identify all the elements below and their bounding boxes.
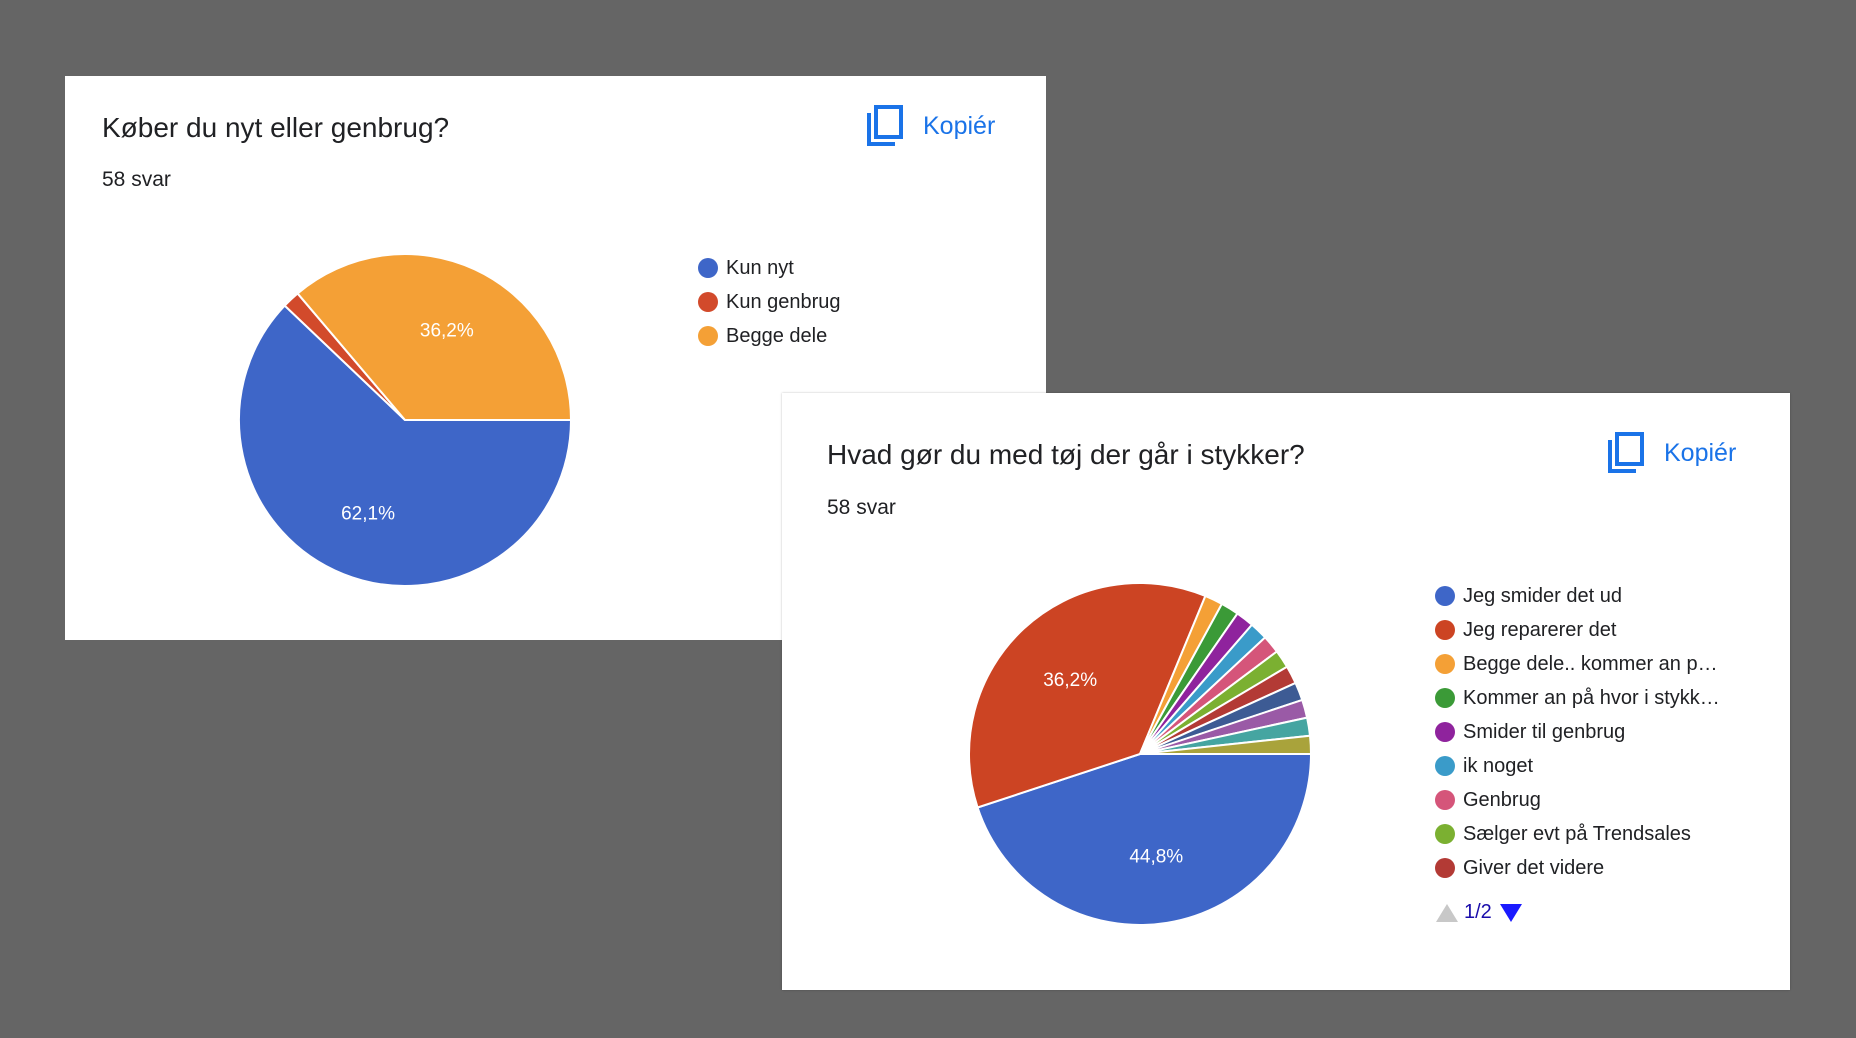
- legend-swatch: [1435, 824, 1455, 844]
- slice-label: 36,2%: [1043, 670, 1097, 691]
- slice-label: 62,1%: [341, 503, 395, 524]
- slice-label: 36,2%: [420, 321, 474, 342]
- legend-swatch: [1435, 654, 1455, 674]
- legend-item[interactable]: Kommer an på hvor i stykk…: [1435, 681, 1720, 715]
- legend-swatch: [1435, 790, 1455, 810]
- chart-legend: Jeg smider det ud Jeg reparerer det Begge …: [1435, 579, 1720, 885]
- legend-label: Kommer an på hvor i stykk…: [1463, 686, 1720, 709]
- chart-legend: Kun nyt Kun genbrug Begge dele: [698, 251, 841, 353]
- legend-item[interactable]: Begge dele.. kommer an p…: [1435, 647, 1720, 681]
- copy-icon: [1608, 432, 1644, 473]
- triangle-down-icon[interactable]: [1499, 903, 1522, 922]
- legend-swatch: [698, 258, 718, 278]
- legend-swatch: [1435, 688, 1455, 708]
- legend-label: Begge dele: [726, 324, 828, 347]
- card-title: Køber du nyt eller genbrug?: [102, 112, 450, 143]
- legend-pager: 1/2: [1436, 901, 1522, 924]
- legend-swatch: [1435, 858, 1455, 878]
- legend-label: Kun genbrug: [726, 290, 841, 313]
- legend-item[interactable]: Genbrug: [1435, 783, 1720, 817]
- legend-item[interactable]: Giver det videre: [1435, 851, 1720, 885]
- copy-button[interactable]: Kopiér: [1606, 431, 1736, 475]
- page-indicator: 1/2: [1464, 901, 1492, 923]
- chart-card-2: Hvad gør du med tøj der går i stykker? 5…: [782, 393, 1790, 990]
- card-title: Hvad gør du med tøj der går i stykker?: [827, 439, 1305, 470]
- slice-label: 44,8%: [1129, 846, 1183, 867]
- legend-item[interactable]: Smider til genbrug: [1435, 715, 1720, 749]
- legend-label: Kun nyt: [726, 256, 794, 279]
- legend-item[interactable]: Sælger evt på Trendsales: [1435, 817, 1720, 851]
- legend-label: ik noget: [1463, 754, 1534, 777]
- legend-label: Smider til genbrug: [1463, 720, 1626, 743]
- response-count: 58 svar: [827, 496, 896, 519]
- copy-button[interactable]: Kopiér: [865, 104, 995, 148]
- legend-item[interactable]: Kun nyt: [698, 251, 841, 285]
- legend-label: Jeg smider det ud: [1463, 584, 1622, 607]
- copy-label: Kopiér: [1664, 438, 1737, 467]
- legend-item[interactable]: Jeg smider det ud: [1435, 579, 1720, 613]
- legend-item[interactable]: Jeg reparerer det: [1435, 613, 1720, 647]
- legend-swatch: [1435, 722, 1455, 742]
- legend-label: Jeg reparerer det: [1463, 618, 1617, 641]
- pie-chart: 62,1% 36,2%: [238, 253, 573, 587]
- copy-label: Kopiér: [923, 111, 996, 140]
- legend-item[interactable]: Kun genbrug: [698, 285, 841, 319]
- legend-swatch: [698, 292, 718, 312]
- legend-item[interactable]: Begge dele: [698, 319, 841, 353]
- copy-icon: [867, 105, 903, 146]
- legend-label: Sælger evt på Trendsales: [1463, 822, 1691, 845]
- legend-swatch: [698, 326, 718, 346]
- legend-swatch: [1435, 620, 1455, 640]
- legend-label: Genbrug: [1463, 788, 1541, 811]
- legend-swatch: [1435, 756, 1455, 776]
- pie-chart: 44,8% 36,2%: [968, 582, 1313, 926]
- legend-swatch: [1435, 586, 1455, 606]
- response-count: 58 svar: [102, 168, 171, 191]
- legend-label: Giver det videre: [1463, 856, 1605, 879]
- triangle-up-icon[interactable]: [1436, 903, 1458, 922]
- legend-item[interactable]: ik noget: [1435, 749, 1720, 783]
- legend-label: Begge dele.. kommer an p…: [1463, 652, 1718, 675]
